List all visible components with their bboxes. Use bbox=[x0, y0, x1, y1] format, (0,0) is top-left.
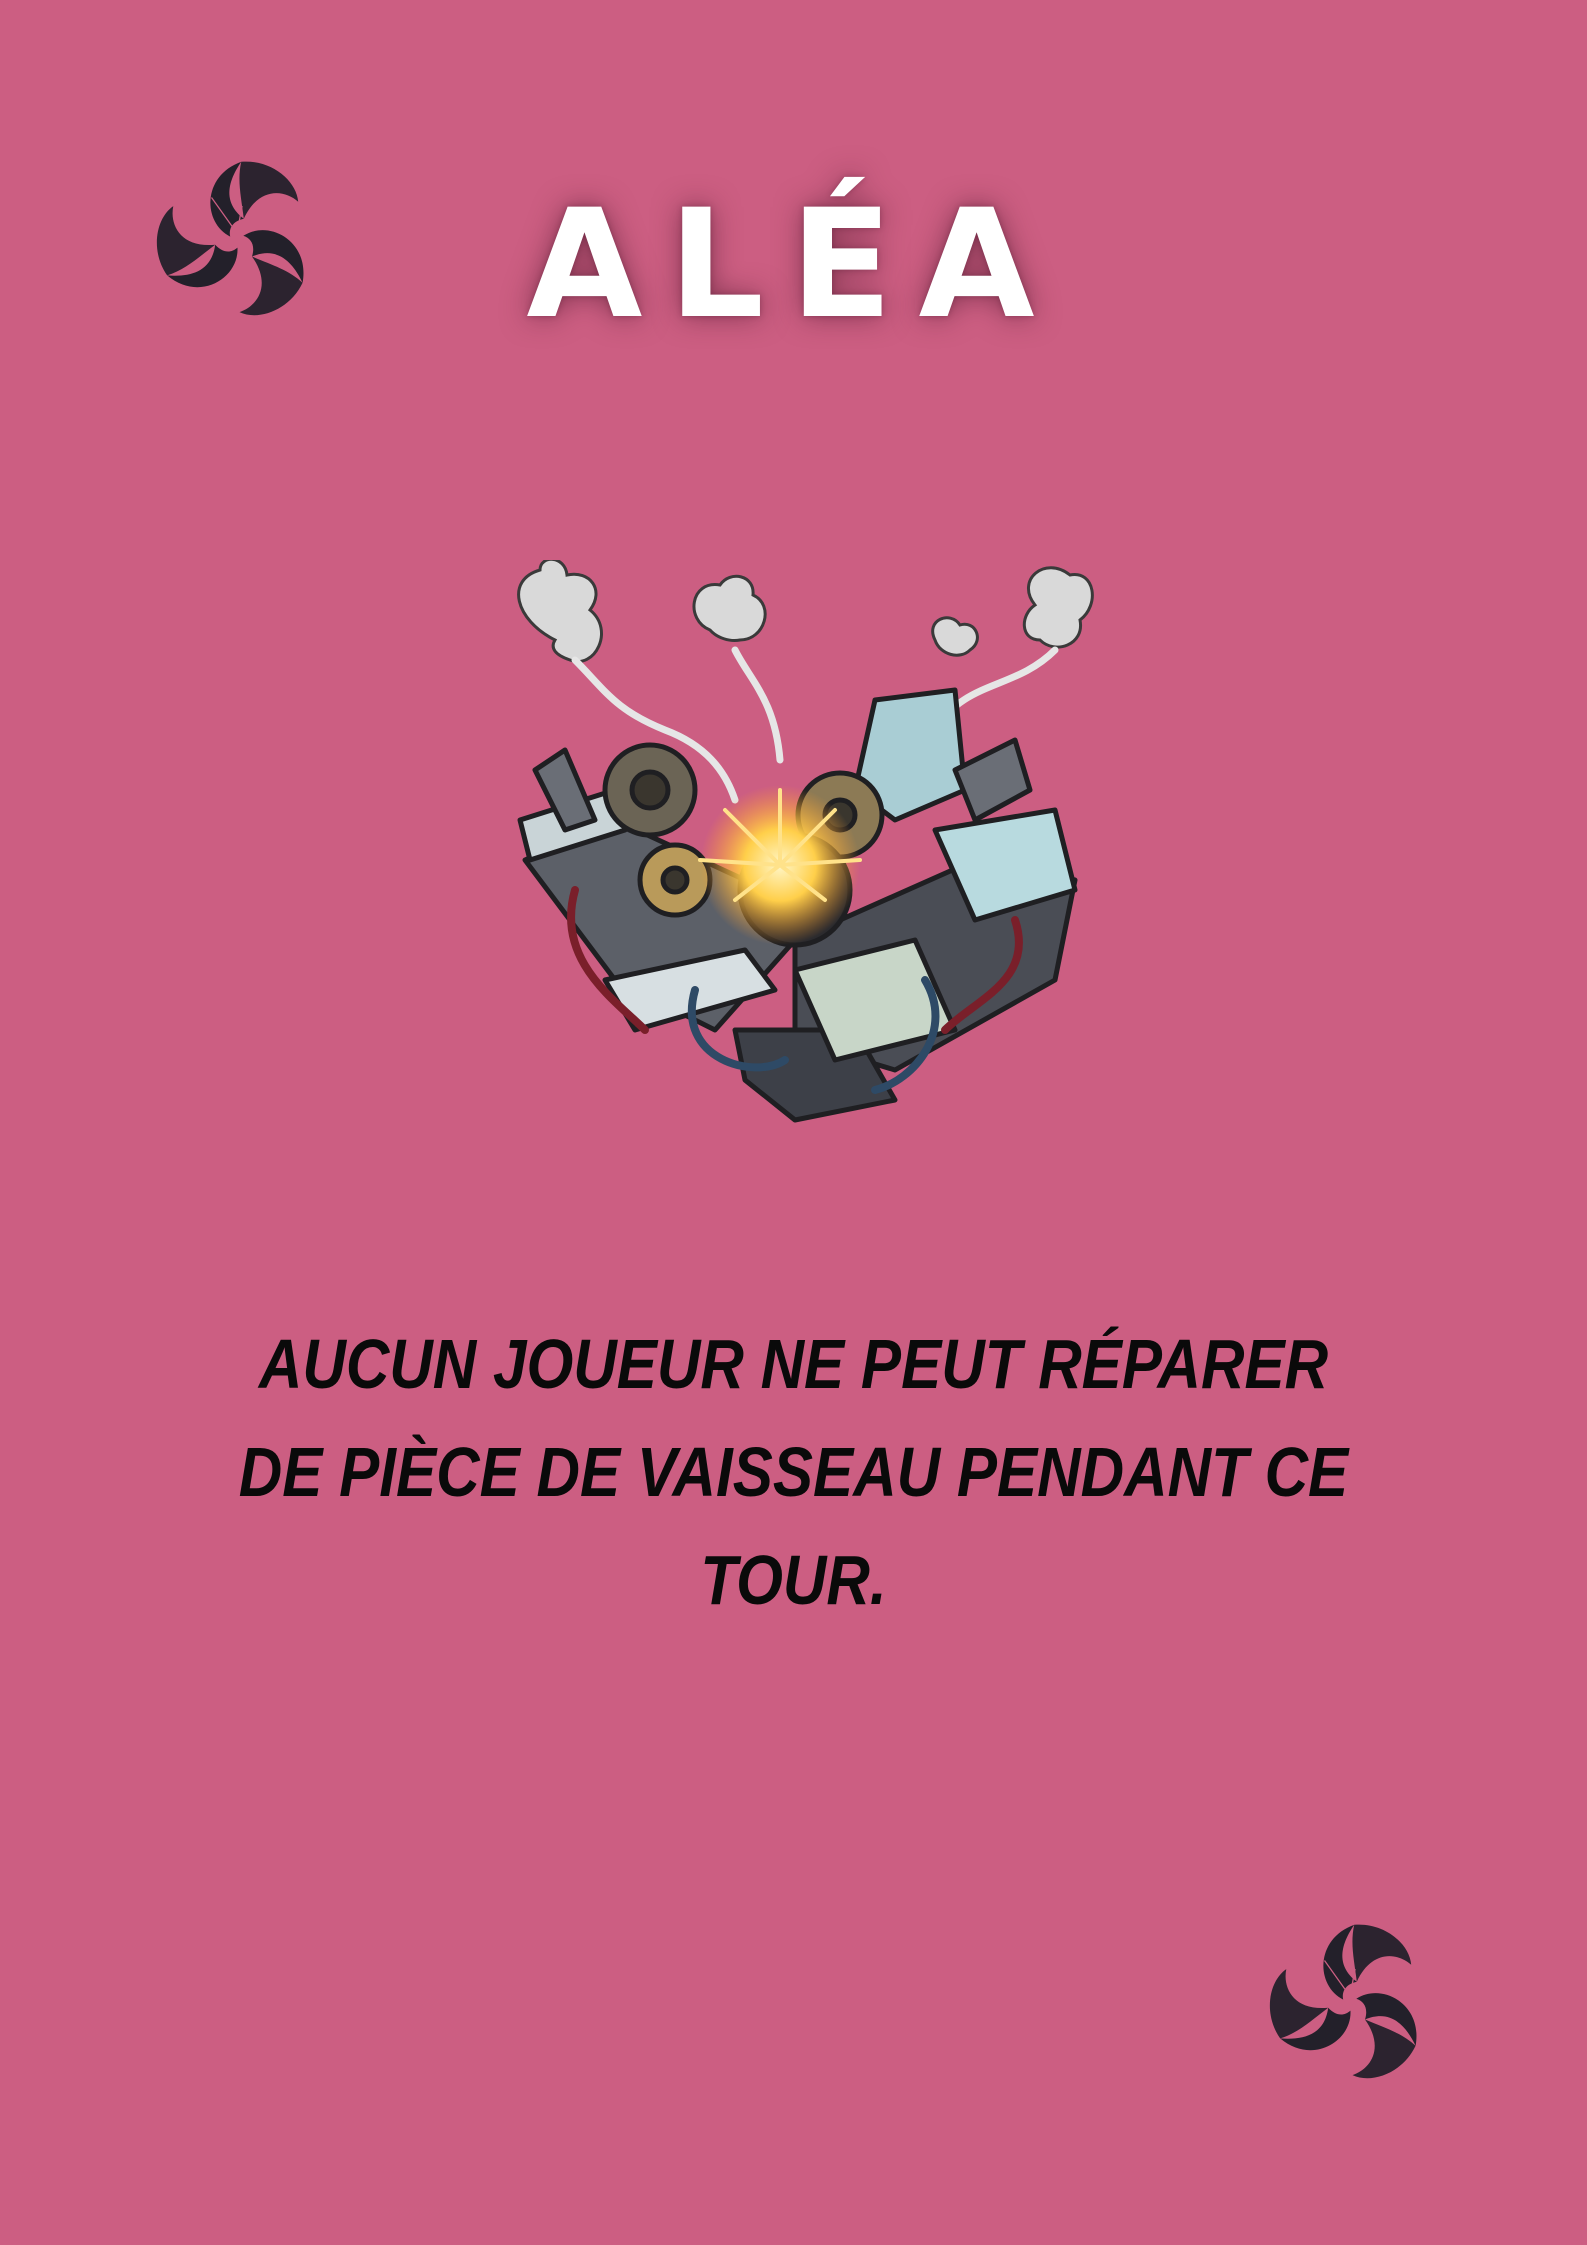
card-title: ALÉA bbox=[526, 178, 1061, 352]
spiral-leaf-emblem-icon bbox=[1269, 1924, 1417, 2079]
card-effect-text: AUCUN JOUEUR NE PEUT RÉPARER DE PIÈCE DE… bbox=[238, 1325, 1349, 1619]
broken-machinery-explosion-icon bbox=[517, 560, 1094, 1123]
event-card: ALÉA AUCUN JOUEUR NE PEUT RÉPARER DE PIÈ… bbox=[0, 0, 1587, 2245]
